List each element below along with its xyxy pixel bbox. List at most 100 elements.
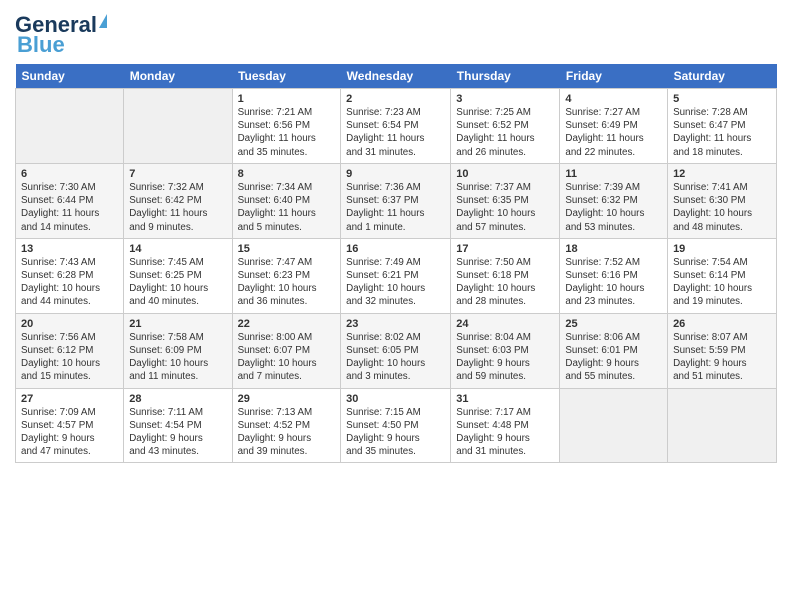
cell-2-2: 7Sunrise: 7:32 AM Sunset: 6:42 PM Daylig… <box>124 163 232 238</box>
day-number: 10 <box>456 168 554 180</box>
cell-content: Sunrise: 7:13 AM Sunset: 4:52 PM Dayligh… <box>238 406 336 459</box>
logo: General Blue <box>15 14 107 58</box>
day-number: 1 <box>238 93 336 105</box>
cell-5-1: 27Sunrise: 7:09 AM Sunset: 4:57 PM Dayli… <box>16 388 124 463</box>
day-number: 24 <box>456 318 554 330</box>
week-row-5: 27Sunrise: 7:09 AM Sunset: 4:57 PM Dayli… <box>16 388 777 463</box>
day-number: 14 <box>129 243 226 255</box>
cell-5-4: 30Sunrise: 7:15 AM Sunset: 4:50 PM Dayli… <box>341 388 451 463</box>
cell-content: Sunrise: 7:37 AM Sunset: 6:35 PM Dayligh… <box>456 181 554 234</box>
cell-3-5: 17Sunrise: 7:50 AM Sunset: 6:18 PM Dayli… <box>451 238 560 313</box>
cell-4-2: 21Sunrise: 7:58 AM Sunset: 6:09 PM Dayli… <box>124 313 232 388</box>
day-number: 13 <box>21 243 118 255</box>
day-number: 23 <box>346 318 445 330</box>
day-number: 2 <box>346 93 445 105</box>
cell-content: Sunrise: 7:34 AM Sunset: 6:40 PM Dayligh… <box>238 181 336 234</box>
cell-content: Sunrise: 7:25 AM Sunset: 6:52 PM Dayligh… <box>456 106 554 159</box>
cell-1-6: 4Sunrise: 7:27 AM Sunset: 6:49 PM Daylig… <box>560 89 668 164</box>
cell-4-6: 25Sunrise: 8:06 AM Sunset: 6:01 PM Dayli… <box>560 313 668 388</box>
cell-content: Sunrise: 7:32 AM Sunset: 6:42 PM Dayligh… <box>129 181 226 234</box>
cell-2-7: 12Sunrise: 7:41 AM Sunset: 6:30 PM Dayli… <box>668 163 777 238</box>
cell-1-5: 3Sunrise: 7:25 AM Sunset: 6:52 PM Daylig… <box>451 89 560 164</box>
cell-content: Sunrise: 7:58 AM Sunset: 6:09 PM Dayligh… <box>129 331 226 384</box>
col-header-tuesday: Tuesday <box>232 64 341 89</box>
cell-4-1: 20Sunrise: 7:56 AM Sunset: 6:12 PM Dayli… <box>16 313 124 388</box>
day-number: 20 <box>21 318 118 330</box>
day-number: 4 <box>565 93 662 105</box>
day-number: 17 <box>456 243 554 255</box>
cell-content: Sunrise: 7:28 AM Sunset: 6:47 PM Dayligh… <box>673 106 771 159</box>
day-number: 26 <box>673 318 771 330</box>
cell-5-6 <box>560 388 668 463</box>
day-number: 31 <box>456 393 554 405</box>
cell-content: Sunrise: 7:54 AM Sunset: 6:14 PM Dayligh… <box>673 256 771 309</box>
day-number: 11 <box>565 168 662 180</box>
cell-content: Sunrise: 7:56 AM Sunset: 6:12 PM Dayligh… <box>21 331 118 384</box>
cell-content: Sunrise: 7:43 AM Sunset: 6:28 PM Dayligh… <box>21 256 118 309</box>
logo-blue: Blue <box>17 32 65 58</box>
week-row-3: 13Sunrise: 7:43 AM Sunset: 6:28 PM Dayli… <box>16 238 777 313</box>
cell-1-2 <box>124 89 232 164</box>
cell-1-3: 1Sunrise: 7:21 AM Sunset: 6:56 PM Daylig… <box>232 89 341 164</box>
cell-3-4: 16Sunrise: 7:49 AM Sunset: 6:21 PM Dayli… <box>341 238 451 313</box>
header: General Blue <box>15 10 777 58</box>
cell-content: Sunrise: 7:11 AM Sunset: 4:54 PM Dayligh… <box>129 406 226 459</box>
cell-content: Sunrise: 7:45 AM Sunset: 6:25 PM Dayligh… <box>129 256 226 309</box>
cell-5-5: 31Sunrise: 7:17 AM Sunset: 4:48 PM Dayli… <box>451 388 560 463</box>
cell-content: Sunrise: 8:06 AM Sunset: 6:01 PM Dayligh… <box>565 331 662 384</box>
cell-2-1: 6Sunrise: 7:30 AM Sunset: 6:44 PM Daylig… <box>16 163 124 238</box>
cell-content: Sunrise: 7:17 AM Sunset: 4:48 PM Dayligh… <box>456 406 554 459</box>
day-number: 9 <box>346 168 445 180</box>
col-header-thursday: Thursday <box>451 64 560 89</box>
col-header-wednesday: Wednesday <box>341 64 451 89</box>
cell-3-1: 13Sunrise: 7:43 AM Sunset: 6:28 PM Dayli… <box>16 238 124 313</box>
cell-content: Sunrise: 7:09 AM Sunset: 4:57 PM Dayligh… <box>21 406 118 459</box>
col-header-saturday: Saturday <box>668 64 777 89</box>
day-number: 28 <box>129 393 226 405</box>
cell-5-3: 29Sunrise: 7:13 AM Sunset: 4:52 PM Dayli… <box>232 388 341 463</box>
day-number: 7 <box>129 168 226 180</box>
cell-2-4: 9Sunrise: 7:36 AM Sunset: 6:37 PM Daylig… <box>341 163 451 238</box>
cell-2-6: 11Sunrise: 7:39 AM Sunset: 6:32 PM Dayli… <box>560 163 668 238</box>
cell-4-7: 26Sunrise: 8:07 AM Sunset: 5:59 PM Dayli… <box>668 313 777 388</box>
day-number: 5 <box>673 93 771 105</box>
day-number: 22 <box>238 318 336 330</box>
page: General Blue SundayMondayTuesdayWednesda… <box>0 0 792 473</box>
cell-content: Sunrise: 8:00 AM Sunset: 6:07 PM Dayligh… <box>238 331 336 384</box>
day-number: 18 <box>565 243 662 255</box>
day-number: 19 <box>673 243 771 255</box>
col-header-friday: Friday <box>560 64 668 89</box>
cell-content: Sunrise: 8:02 AM Sunset: 6:05 PM Dayligh… <box>346 331 445 384</box>
cell-content: Sunrise: 7:36 AM Sunset: 6:37 PM Dayligh… <box>346 181 445 234</box>
day-number: 21 <box>129 318 226 330</box>
day-number: 27 <box>21 393 118 405</box>
cell-5-7 <box>668 388 777 463</box>
cell-content: Sunrise: 7:50 AM Sunset: 6:18 PM Dayligh… <box>456 256 554 309</box>
cell-content: Sunrise: 8:04 AM Sunset: 6:03 PM Dayligh… <box>456 331 554 384</box>
week-row-1: 1Sunrise: 7:21 AM Sunset: 6:56 PM Daylig… <box>16 89 777 164</box>
cell-2-3: 8Sunrise: 7:34 AM Sunset: 6:40 PM Daylig… <box>232 163 341 238</box>
calendar-table: SundayMondayTuesdayWednesdayThursdayFrid… <box>15 64 777 463</box>
cell-content: Sunrise: 7:30 AM Sunset: 6:44 PM Dayligh… <box>21 181 118 234</box>
day-number: 12 <box>673 168 771 180</box>
cell-content: Sunrise: 7:39 AM Sunset: 6:32 PM Dayligh… <box>565 181 662 234</box>
cell-content: Sunrise: 7:47 AM Sunset: 6:23 PM Dayligh… <box>238 256 336 309</box>
day-number: 6 <box>21 168 118 180</box>
cell-1-7: 5Sunrise: 7:28 AM Sunset: 6:47 PM Daylig… <box>668 89 777 164</box>
header-row: SundayMondayTuesdayWednesdayThursdayFrid… <box>16 64 777 89</box>
cell-content: Sunrise: 7:15 AM Sunset: 4:50 PM Dayligh… <box>346 406 445 459</box>
cell-1-1 <box>16 89 124 164</box>
cell-3-6: 18Sunrise: 7:52 AM Sunset: 6:16 PM Dayli… <box>560 238 668 313</box>
week-row-2: 6Sunrise: 7:30 AM Sunset: 6:44 PM Daylig… <box>16 163 777 238</box>
col-header-sunday: Sunday <box>16 64 124 89</box>
cell-3-7: 19Sunrise: 7:54 AM Sunset: 6:14 PM Dayli… <box>668 238 777 313</box>
day-number: 30 <box>346 393 445 405</box>
col-header-monday: Monday <box>124 64 232 89</box>
cell-content: Sunrise: 7:21 AM Sunset: 6:56 PM Dayligh… <box>238 106 336 159</box>
cell-3-2: 14Sunrise: 7:45 AM Sunset: 6:25 PM Dayli… <box>124 238 232 313</box>
cell-content: Sunrise: 7:52 AM Sunset: 6:16 PM Dayligh… <box>565 256 662 309</box>
day-number: 25 <box>565 318 662 330</box>
cell-3-3: 15Sunrise: 7:47 AM Sunset: 6:23 PM Dayli… <box>232 238 341 313</box>
cell-4-4: 23Sunrise: 8:02 AM Sunset: 6:05 PM Dayli… <box>341 313 451 388</box>
day-number: 3 <box>456 93 554 105</box>
